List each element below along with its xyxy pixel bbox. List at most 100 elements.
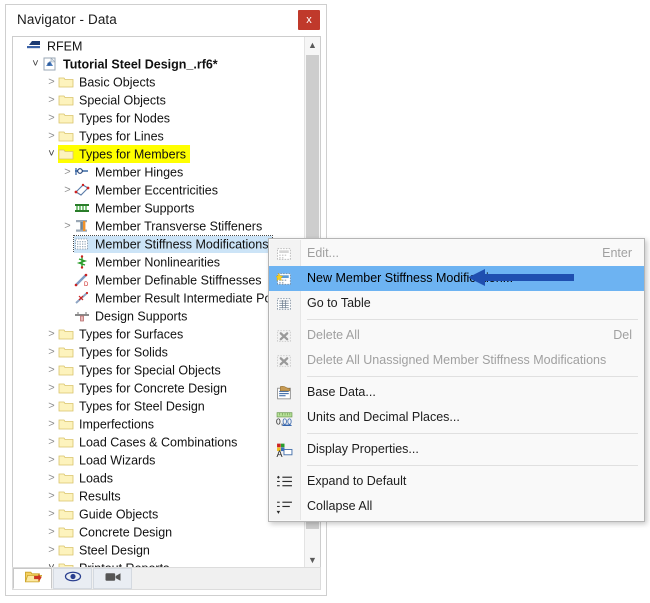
tree-item[interactable]: ˃ Member Supports <box>13 199 304 217</box>
tree-item[interactable]: ˃ Member Eccentricities <box>13 181 304 199</box>
collapse-icon <box>276 499 293 515</box>
tree-item[interactable]: ˃ Concrete Design <box>13 523 304 541</box>
chevron-right-icon[interactable]: ˃ <box>45 343 58 361</box>
chevron-right-icon[interactable]: ˃ <box>61 217 74 235</box>
context-menu-item: Delete All Unassigned Member Stiffness M… <box>269 348 644 373</box>
tree-item-label: Tutorial Steel Design_.rf6* <box>63 57 218 72</box>
tree-item[interactable]: ˃ Basic Objects <box>13 73 304 91</box>
context-menu-item[interactable]: 0, 00 Units and Decimal Places... <box>269 405 644 430</box>
chevron-right-icon[interactable]: ˃ <box>45 361 58 379</box>
window-title: Navigator - Data <box>17 12 117 27</box>
window-titlebar: Navigator - Data x <box>6 5 326 36</box>
tree-item[interactable]: ˃ Steel Design <box>13 541 304 559</box>
tree-item[interactable]: ˃ Member Result Intermediate Points <box>13 289 304 307</box>
tree-item[interactable]: ˃ Design Supports <box>13 307 304 325</box>
chevron-right-icon[interactable]: ˃ <box>45 397 58 415</box>
tree-item[interactable]: ˃ Types for Lines <box>13 127 304 145</box>
chevron-right-icon[interactable]: ˃ <box>45 379 58 397</box>
chevron-right-icon[interactable]: ˃ <box>61 181 74 199</box>
context-menu-item[interactable]: New Member Stiffness Modification... <box>269 266 644 291</box>
folder-icon <box>58 417 74 431</box>
tree-item[interactable]: ˃ Types for Nodes <box>13 109 304 127</box>
tree-item-label: Member Stiffness Modifications <box>95 237 269 252</box>
tree-item[interactable]: ˃ Special Objects <box>13 91 304 109</box>
tree-item-label: Imperfections <box>79 417 155 432</box>
context-menu-item[interactable]: Expand to Default <box>269 469 644 494</box>
context-menu-item-label: Units and Decimal Places... <box>307 410 460 424</box>
delete-unassigned-icon <box>276 353 293 369</box>
eye-icon <box>64 569 82 590</box>
chevron-right-icon[interactable]: ˃ <box>45 541 58 559</box>
chevron-right-icon[interactable]: ˃ <box>45 487 58 505</box>
chevron-right-icon[interactable]: ˃ <box>61 163 74 181</box>
member-nonlinearity-icon <box>74 255 90 269</box>
tree-item[interactable]: ˃ Member Transverse Stiffeners <box>13 217 304 235</box>
tree-item[interactable]: ˃ D Member Definable Stiffnesses <box>13 271 304 289</box>
chevron-right-icon[interactable]: ˃ <box>45 523 58 541</box>
chevron-down-icon[interactable]: ˅ <box>29 55 42 73</box>
tree-item[interactable]: ˃ Types for Steel Design <box>13 397 304 415</box>
scroll-up-arrow-icon[interactable]: ▲ <box>305 37 320 54</box>
tree-item[interactable]: ˃ Member Nonlinearities <box>13 253 304 271</box>
context-menu-item-label: Expand to Default <box>307 474 407 488</box>
model-file-icon <box>42 56 58 71</box>
navigator-data-tab[interactable] <box>13 568 52 589</box>
camera-icon <box>104 569 122 590</box>
context-menu-item-label: Delete All Unassigned Member Stiffness M… <box>307 353 607 367</box>
display-properties-icon: A <box>276 442 293 459</box>
chevron-right-icon[interactable]: ˃ <box>45 109 58 127</box>
tree-item[interactable]: ˃ Results <box>13 487 304 505</box>
tree-item[interactable]: ˃ Load Cases & Combinations <box>13 433 304 451</box>
chevron-right-icon[interactable]: ˃ <box>45 91 58 109</box>
tree-item[interactable]: ˃ Member Hinges <box>13 163 304 181</box>
chevron-right-icon[interactable]: ˃ <box>45 73 58 91</box>
tree-item[interactable]: ˃ Load Wizards <box>13 451 304 469</box>
chevron-right-icon[interactable]: ˃ <box>45 127 58 145</box>
tree-item[interactable]: ˅ Types for Members <box>13 145 304 163</box>
chevron-right-icon[interactable]: ˃ <box>45 469 58 487</box>
tree-item[interactable]: ˃ Member Stiffness Modifications <box>13 235 304 253</box>
tree-item-label: Member Transverse Stiffeners <box>95 219 263 234</box>
tree-item[interactable]: ˃ Imperfections <box>13 415 304 433</box>
tree-item[interactable]: ˃ RFEM <box>13 37 304 55</box>
folder-icon <box>58 507 74 521</box>
selected-item-box: Member Stiffness Modifications <box>72 235 274 253</box>
design-support-icon <box>74 309 90 323</box>
chevron-right-icon[interactable]: ˃ <box>45 451 58 469</box>
context-menu-item[interactable]: A Display Properties... <box>269 437 644 462</box>
tree-item[interactable]: ˅ Tutorial Steel Design_.rf6* <box>13 55 304 73</box>
member-support-icon <box>74 201 90 215</box>
blue-left-arrow-icon <box>468 269 574 286</box>
delete-all-icon <box>276 328 293 344</box>
chevron-placeholder-icon: ˃ <box>61 253 74 271</box>
tree-item[interactable]: ˃ Guide Objects <box>13 505 304 523</box>
folder-icon <box>58 543 74 557</box>
rfem-logo-icon <box>26 39 42 53</box>
tree-item[interactable]: ˃ Types for Special Objects <box>13 361 304 379</box>
folder-open-icon <box>24 569 42 590</box>
tree-item-label: Results <box>79 489 121 504</box>
context-menu-item[interactable]: Base Data... <box>269 380 644 405</box>
navigator-display-tab[interactable] <box>53 568 92 589</box>
chevron-right-icon[interactable]: ˃ <box>45 505 58 523</box>
context-menu[interactable]: Edit... Enter New Member Stiffness Modific… <box>268 238 645 522</box>
chevron-down-icon[interactable]: ˅ <box>45 145 58 163</box>
tree-item[interactable]: ˃ Loads <box>13 469 304 487</box>
tree-item-label: Types for Lines <box>79 129 164 144</box>
tree-item[interactable]: ˃ Types for Solids <box>13 343 304 361</box>
context-menu-item[interactable]: Collapse All <box>269 494 644 519</box>
folder-icon <box>58 471 74 485</box>
close-button[interactable]: x <box>298 10 320 30</box>
tree-item-label: Concrete Design <box>79 525 173 540</box>
chevron-right-icon[interactable]: ˃ <box>45 433 58 451</box>
chevron-right-icon[interactable]: ˃ <box>45 325 58 343</box>
screen: Navigator - Data x ˃ RFEM ˅ Tutorial Steel … <box>0 0 650 603</box>
context-menu-item[interactable]: Go to Table <box>269 291 644 316</box>
folder-icon <box>58 489 74 503</box>
tree-item[interactable]: ˃ Types for Concrete Design <box>13 379 304 397</box>
chevron-right-icon[interactable]: ˃ <box>45 415 58 433</box>
tree-item-label: Load Wizards <box>79 453 156 468</box>
tree-item[interactable]: ˃ Types for Surfaces <box>13 325 304 343</box>
navigator-views-tab[interactable] <box>93 568 132 589</box>
tree-item-label: Member Eccentricities <box>95 183 218 198</box>
